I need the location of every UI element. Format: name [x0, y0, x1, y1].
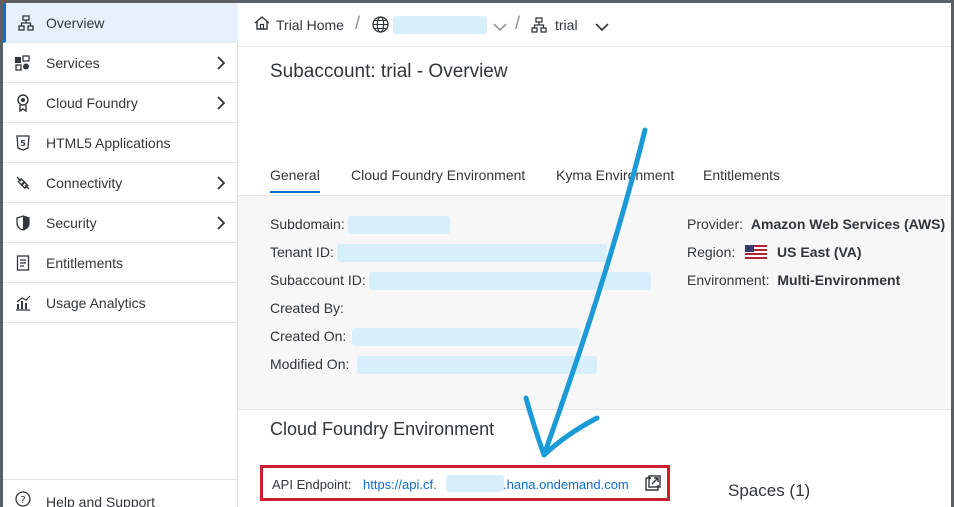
general-info-panel: Subdomain: Tenant ID: Subaccount ID: Cre… — [238, 196, 951, 410]
sidebar-item-label: Help and Support — [46, 494, 155, 507]
sidebar-item-connectivity[interactable]: Connectivity — [3, 163, 238, 203]
region-field: Region: US East (VA) — [687, 244, 862, 260]
tab-cloud-foundry-environment[interactable]: Cloud Foundry Environment — [351, 167, 525, 191]
sidebar-item-cloud-foundry[interactable]: Cloud Foundry — [3, 83, 238, 123]
sidebar-item-html5-applications[interactable]: 5 HTML5 Applications — [3, 123, 238, 163]
sidebar-item-label: Security — [46, 214, 97, 231]
cloud-foundry-section-title: Cloud Foundry Environment — [270, 419, 495, 439]
breadcrumb-home-label: Trial Home — [276, 17, 344, 33]
hierarchy-icon — [531, 17, 547, 38]
home-icon — [254, 15, 270, 36]
redacted-modified-on — [357, 356, 597, 374]
sidebar-item-label: Services — [46, 54, 100, 71]
tab-entitlements[interactable]: Entitlements — [703, 167, 780, 191]
app-window: Overview Services Cloud Foundry 5 HTML5 … — [3, 3, 951, 507]
redacted-subaccount-id — [369, 272, 651, 290]
svg-text:?: ? — [20, 495, 25, 506]
svg-text:5: 5 — [20, 139, 26, 148]
breadcrumb-trial-home[interactable]: Trial Home — [254, 15, 344, 35]
hierarchy-icon — [17, 14, 35, 32]
tenant-id-label: Tenant ID: — [270, 244, 334, 260]
main-content: Subaccount: trial - Overview General Clo… — [238, 47, 951, 507]
tab-general[interactable]: General — [270, 167, 320, 193]
environment-field: Environment: Multi-Environment — [687, 272, 900, 288]
sidebar-item-help-and-support[interactable]: ? Help and Support — [3, 479, 238, 507]
provider-value: Amazon Web Services (AWS) — [750, 216, 946, 232]
api-endpoint-label: API Endpoint: — [272, 477, 352, 492]
breadcrumb-separator: / — [355, 13, 361, 33]
created-by-field: Created By: — [270, 300, 344, 316]
redacted-tenant-id — [337, 244, 607, 262]
created-by-label: Created By: — [270, 300, 344, 316]
subdomain-field: Subdomain: — [270, 216, 345, 232]
tenant-id-field: Tenant ID: — [270, 244, 334, 260]
analytics-icon — [14, 294, 32, 312]
modified-on-field: Modified On: — [270, 356, 349, 372]
entitlements-icon — [14, 254, 32, 272]
provider-label: Provider: — [687, 216, 744, 232]
chevron-right-icon — [214, 175, 228, 190]
breadcrumb-separator: / — [515, 13, 521, 33]
environment-label: Environment: — [687, 272, 770, 288]
breadcrumb-subaccount[interactable]: trial — [555, 17, 578, 33]
sidebar-item-label: Usage Analytics — [46, 294, 146, 311]
created-on-field: Created On: — [270, 328, 346, 344]
region-label: Region: — [687, 244, 736, 260]
subaccount-id-field: Subaccount ID: — [270, 272, 366, 288]
modified-on-label: Modified On: — [270, 356, 350, 372]
api-endpoint-link-suffix[interactable]: .hana.ondemand.com — [503, 477, 629, 492]
services-icon — [14, 54, 32, 72]
sidebar-item-security[interactable]: Security — [3, 203, 238, 243]
help-icon: ? — [14, 490, 32, 507]
chevron-down-icon[interactable] — [493, 19, 507, 37]
subaccount-id-label: Subaccount ID: — [270, 272, 366, 288]
page-title: Subaccount: trial - Overview — [270, 61, 508, 82]
redacted-global-account — [393, 16, 487, 34]
globe-icon[interactable] — [372, 16, 389, 38]
sidebar-item-label: Entitlements — [46, 254, 124, 271]
sidebar-item-label: Connectivity — [46, 174, 123, 191]
sidebar: Overview Services Cloud Foundry 5 HTML5 … — [3, 3, 238, 507]
us-flag-icon — [745, 245, 768, 259]
sidebar-item-label: Cloud Foundry — [46, 94, 138, 111]
chevron-down-icon[interactable] — [595, 19, 609, 37]
sidebar-item-usage-analytics[interactable]: Usage Analytics — [3, 283, 238, 323]
redacted-api-region — [446, 475, 504, 492]
sidebar-item-label: Overview — [46, 14, 105, 31]
chevron-right-icon — [214, 55, 228, 70]
connectivity-icon — [14, 174, 32, 192]
html5-icon: 5 — [14, 134, 32, 152]
tab-kyma-environment[interactable]: Kyma Environment — [556, 167, 674, 191]
chevron-right-icon — [214, 215, 228, 230]
redacted-subdomain — [348, 216, 450, 234]
provider-field: Provider: Amazon Web Services (AWS) — [687, 216, 945, 232]
cloud-foundry-icon — [14, 93, 32, 112]
chevron-right-icon — [214, 95, 228, 110]
sidebar-item-services[interactable]: Services — [3, 43, 238, 83]
spaces-heading: Spaces (1) — [728, 481, 811, 500]
redacted-created-on — [352, 328, 580, 346]
open-external-icon[interactable] — [643, 475, 661, 493]
sidebar-item-entitlements[interactable]: Entitlements — [3, 243, 238, 283]
sidebar-item-label: HTML5 Applications — [46, 134, 171, 151]
created-on-label: Created On: — [270, 328, 347, 344]
shield-icon — [14, 214, 32, 232]
sidebar-item-overview[interactable]: Overview — [3, 3, 238, 43]
region-value: US East (VA) — [777, 244, 862, 260]
api-endpoint-link-prefix[interactable]: https://api.cf. — [363, 477, 437, 492]
breadcrumb: Trial Home / / trial — [238, 3, 951, 47]
api-endpoint-highlight: API Endpoint: https://api.cf. .hana.onde… — [260, 465, 670, 501]
environment-value: Multi-Environment — [777, 272, 901, 288]
tab-bar: General Cloud Foundry Environment Kyma E… — [238, 155, 951, 196]
subdomain-label: Subdomain: — [270, 216, 345, 232]
